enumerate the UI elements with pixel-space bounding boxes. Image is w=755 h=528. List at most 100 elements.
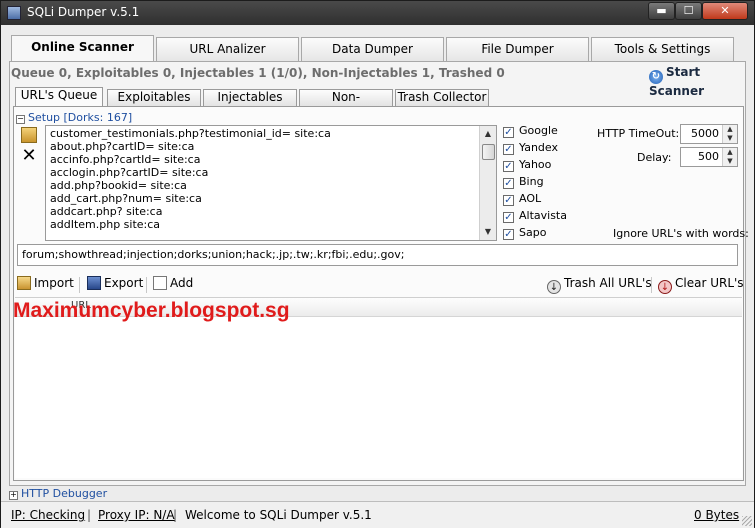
toolbar-separator (146, 277, 147, 293)
export-button[interactable]: Export (87, 276, 143, 290)
import-button[interactable]: Import (17, 276, 74, 290)
tab-exploitables[interactable]: Exploitables (107, 89, 201, 106)
engine-label: Yahoo (519, 158, 552, 171)
checkmark-icon: ✓ (503, 229, 514, 240)
resize-grip-icon[interactable] (742, 516, 752, 526)
list-item[interactable]: customer_testimonials.php?testimonial_id… (50, 127, 331, 140)
checkmark-icon: ✓ (503, 127, 514, 138)
http-debugger-label: HTTP Debugger (21, 487, 108, 500)
window-title: SQLi Dumper v.5.1 (27, 5, 140, 19)
engine-label: Sapo (519, 226, 547, 239)
scroll-thumb[interactable] (482, 144, 495, 160)
spin-down-icon[interactable]: ▼ (722, 134, 737, 143)
ip-status[interactable]: IP: Checking (11, 508, 85, 522)
engine-sapo-checkbox[interactable]: ✓ Sapo (503, 226, 546, 242)
add-document-icon (153, 276, 167, 290)
checkmark-icon: ✓ (503, 161, 514, 172)
scroll-down-icon[interactable]: ▼ (480, 224, 496, 240)
tab-file-dumper[interactable]: File Dumper (446, 37, 589, 61)
collapse-icon: − (16, 114, 25, 124)
status-bar: IP: Checking | Proxy IP: N/A | Welcome t… (1, 501, 754, 528)
toolbar-separator (651, 277, 652, 293)
http-debugger-toggle[interactable]: + HTTP Debugger (9, 487, 107, 500)
timeout-spinner[interactable]: 5000 ▲ ▼ (680, 124, 738, 144)
watermark-text: Maximumcyber.blogspot.sg (13, 299, 290, 322)
url-grid[interactable]: URL (15, 297, 742, 478)
tab-online-scanner[interactable]: Online Scanner (11, 35, 154, 62)
ignore-words-input[interactable]: forum;showthread;injection;dorks;union;h… (17, 244, 738, 266)
export-label: Export (104, 276, 144, 290)
engine-aol-checkbox[interactable]: ✓ AOL (503, 192, 541, 208)
title-bar[interactable]: SQLi Dumper v.5.1 ▬ ☐ ✕ (1, 1, 754, 25)
folder-icon (17, 276, 31, 290)
down-arrow-icon: ↓ (547, 280, 561, 294)
clear-urls-label: Clear URL's (675, 276, 744, 290)
engine-label: AOL (519, 192, 542, 205)
app-icon (7, 6, 21, 20)
status-separator: | (173, 508, 178, 522)
list-item[interactable]: about.php?cartID= site:ca (50, 140, 194, 153)
engine-google-checkbox[interactable]: ✓ Google (503, 124, 558, 140)
list-item[interactable]: accinfo.php?cartId= site:ca (50, 153, 200, 166)
scroll-up-icon[interactable]: ▲ (480, 126, 496, 142)
checkmark-icon: ✓ (503, 212, 514, 223)
checkmark-icon: ✓ (503, 144, 514, 155)
close-button[interactable]: ✕ (702, 2, 748, 20)
ignore-words-label: Ignore URL's with words: (613, 227, 749, 240)
dork-list[interactable]: customer_testimonials.php?testimonial_id… (45, 125, 497, 241)
start-scanner-button[interactable]: ↻ Start Scanner (649, 65, 754, 98)
delay-label: Delay: (637, 151, 672, 164)
list-item[interactable]: acclogin.php?cartID= site:ca (50, 166, 208, 179)
list-item[interactable]: addcart.php? site:ca (50, 205, 162, 218)
timeout-label: HTTP TimeOut: (597, 127, 680, 140)
engine-bing-checkbox[interactable]: ✓ Bing (503, 175, 544, 191)
list-item[interactable]: add.php?bookid= site:ca (50, 179, 187, 192)
engine-yahoo-checkbox[interactable]: ✓ Yahoo (503, 158, 551, 174)
clear-arrow-icon: ↓ (658, 280, 672, 294)
tab-urls-queue[interactable]: URL's Queue (15, 87, 103, 107)
status-separator: | (87, 508, 92, 522)
minimize-button[interactable]: ▬ (648, 2, 675, 20)
spin-up-icon[interactable]: ▲ (722, 148, 737, 157)
spin-down-icon[interactable]: ▼ (722, 157, 737, 166)
refresh-icon: ↻ (649, 70, 663, 84)
engine-label: Google (519, 124, 558, 137)
tab-trash-collector[interactable]: Trash Collector (395, 89, 489, 106)
main-tab-strip: Online Scanner URL Analizer Data Dumper … (9, 35, 746, 62)
welcome-message: Welcome to SQLi Dumper v.5.1 (185, 508, 372, 522)
paste-dorks-icon[interactable] (21, 127, 37, 143)
tab-injectables[interactable]: Injectables (203, 89, 297, 106)
delay-value: 500 (698, 150, 719, 163)
add-label: Add (170, 276, 194, 290)
add-button[interactable]: Add (153, 276, 193, 290)
toolbar-separator (79, 277, 80, 293)
import-label: Import (34, 276, 74, 290)
checkmark-icon: ✓ (503, 178, 514, 189)
save-icon (87, 276, 101, 290)
tab-non-injectables[interactable]: Non-Injectables (299, 89, 393, 119)
spin-up-icon[interactable]: ▲ (722, 125, 737, 134)
bytes-counter[interactable]: 0 Bytes (694, 508, 739, 522)
maximize-button[interactable]: ☐ (675, 2, 702, 20)
clear-urls-button[interactable]: ↓ Clear URL's (658, 276, 744, 294)
engine-altavista-checkbox[interactable]: ✓ Altavista (503, 209, 567, 225)
tab-tools-settings[interactable]: Tools & Settings (591, 37, 734, 61)
clear-dorks-icon[interactable]: ✕ (21, 147, 37, 165)
setup-section-toggle[interactable]: − Setup [Dorks: 167] (16, 111, 132, 124)
app-window: SQLi Dumper v.5.1 ▬ ☐ ✕ Online Scanner U… (0, 0, 755, 528)
engine-label: Yandex (519, 141, 558, 154)
queue-status: Queue 0, Exploitables 0, Injectables 1 (… (11, 66, 505, 80)
tab-data-dumper[interactable]: Data Dumper (301, 37, 444, 61)
tab-url-analizer[interactable]: URL Analizer (156, 37, 299, 61)
engine-yandex-checkbox[interactable]: ✓ Yandex (503, 141, 558, 157)
expand-icon: + (9, 490, 18, 500)
trash-all-urls-button[interactable]: ↓ Trash All URL's (547, 276, 652, 294)
checkmark-icon: ✓ (503, 195, 514, 206)
proxy-ip-status[interactable]: Proxy IP: N/A (98, 508, 175, 522)
dork-list-scrollbar[interactable]: ▲ ▼ (479, 126, 496, 240)
list-item[interactable]: add_cart.php?num= site:ca (50, 192, 202, 205)
engine-label: Bing (519, 175, 544, 188)
delay-spinner[interactable]: 500 ▲ ▼ (680, 147, 738, 167)
list-item[interactable]: addItem.php site:ca (50, 218, 160, 231)
setup-label: Setup [Dorks: 167] (28, 111, 133, 124)
